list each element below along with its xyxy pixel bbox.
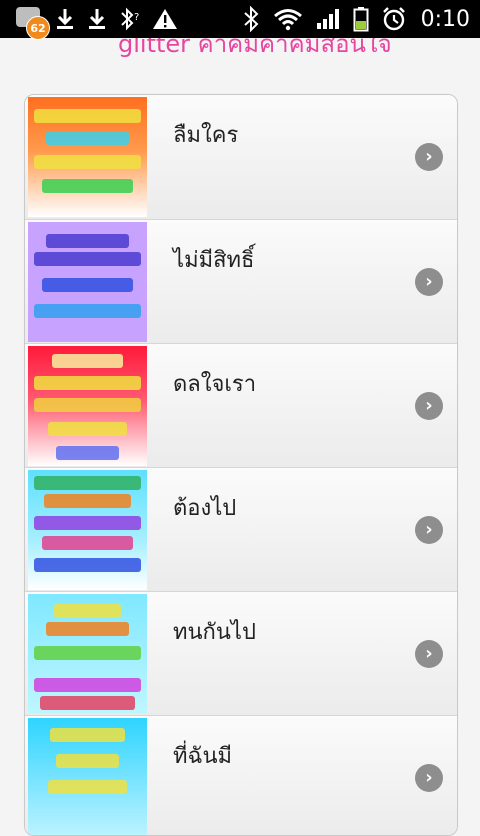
thumbnail-image [28, 222, 147, 342]
list-item[interactable]: ไม่มีสิทธิ์ › [25, 219, 457, 344]
download-icon [86, 7, 108, 31]
list-item-title: ที่ฉันมี [173, 744, 233, 769]
list-item[interactable]: ลืมใคร › [25, 95, 457, 219]
thumbnail-image [28, 97, 147, 217]
chevron-right-icon[interactable]: › [415, 268, 443, 296]
category-list: ลืมใคร › ไม่มีสิทธิ์ › ดลใจเรา › ต้องไป … [24, 94, 458, 836]
list-item-title: ดลใจเรา [173, 372, 257, 397]
list-item[interactable]: ดลใจเรา › [25, 343, 457, 468]
wifi-icon [273, 7, 303, 31]
chevron-right-icon[interactable]: › [415, 516, 443, 544]
chevron-right-icon[interactable]: › [415, 764, 443, 792]
bluetooth-icon [243, 6, 261, 32]
list-item-title: ไม่มีสิทธิ์ [173, 248, 255, 273]
status-bar: 62 ? 0:10 [0, 0, 480, 40]
thumbnail-image [28, 594, 147, 714]
chevron-right-icon[interactable]: › [415, 392, 443, 420]
signal-icon [315, 7, 341, 31]
clock: 0:10 [420, 6, 470, 32]
battery-icon [353, 6, 369, 32]
list-item-title: ลืมใคร [173, 123, 239, 148]
list-item[interactable]: ที่ฉันมี › [25, 715, 457, 835]
notification-count: 62 [26, 16, 50, 40]
notification-badge: 62 [14, 4, 50, 40]
page-title: glitter คำคมคำคมสอนใจ [118, 38, 392, 58]
thumbnail-image [28, 718, 147, 835]
app-header: glitter คำคมคำคมสอนใจ [0, 38, 480, 60]
chevron-right-icon[interactable]: › [415, 640, 443, 668]
list-item-title: ทนกันไป [173, 620, 256, 645]
download-icon [54, 7, 76, 31]
svg-text:?: ? [134, 12, 139, 23]
list-item[interactable]: ทนกันไป › [25, 591, 457, 716]
chevron-right-icon[interactable]: › [415, 143, 443, 171]
list-item[interactable]: ต้องไป › [25, 467, 457, 592]
list-item-title: ต้องไป [173, 496, 237, 521]
thumbnail-image [28, 346, 147, 466]
alarm-icon [381, 6, 407, 32]
bluetooth-unknown-icon: ? [118, 6, 142, 32]
warning-icon [152, 7, 178, 31]
thumbnail-image [28, 470, 147, 590]
